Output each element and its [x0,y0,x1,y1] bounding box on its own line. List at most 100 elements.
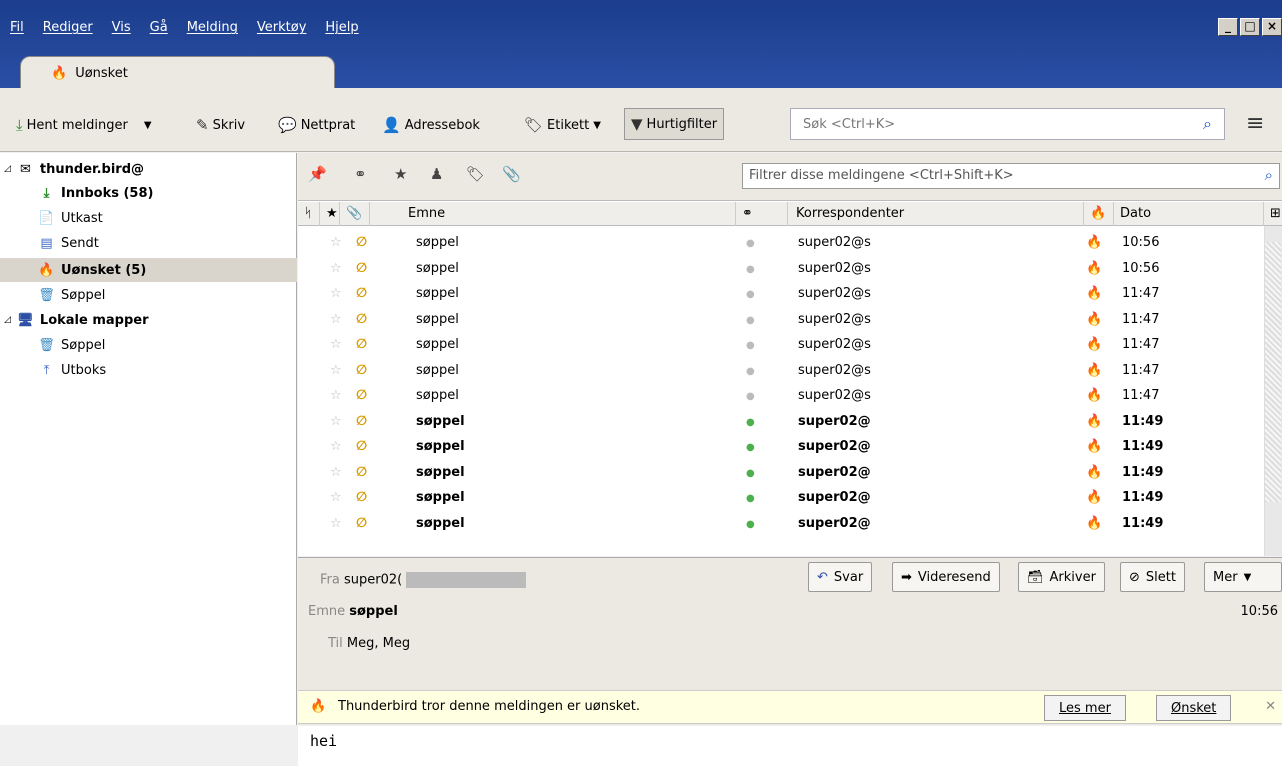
learn-more-button[interactable]: Les mer [1044,695,1126,721]
star-icon[interactable]: ☆ [330,235,342,250]
maximize-button[interactable]: □ [1240,18,1260,36]
column-date[interactable]: Dato [1114,202,1264,226]
chat-button[interactable]: 💬 Nettprat [278,115,355,135]
scrollbar-thumb[interactable] [1265,242,1281,502]
menu-help[interactable]: Hjelp [325,20,367,42]
folder-local-trash[interactable]: 🗑 Søppel [38,333,335,357]
contact-icon[interactable]: ♟ [430,165,443,183]
folder-sent[interactable]: ▤ Sendt [38,231,335,255]
to-value[interactable]: Meg, Meg [347,636,410,651]
tab-junk[interactable]: 🔥 Uønsket [20,56,335,90]
column-correspondents[interactable]: Korrespondenter [788,202,1084,226]
quick-filter-button[interactable]: ▼ Hurtigfilter [624,108,725,140]
chevron-down-icon[interactable]: ▼ [144,120,152,131]
flame-icon[interactable]: 🔥 [1086,312,1102,327]
close-window-button[interactable]: × [1262,18,1282,36]
flame-icon[interactable]: 🔥 [1086,286,1102,301]
read-status-icon[interactable]: ● [746,289,755,300]
read-status-icon[interactable]: ● [746,468,755,479]
menu-message[interactable]: Melding [187,20,247,42]
column-picker-icon[interactable]: ⊞ [1264,202,1282,226]
from-value[interactable]: super02( [344,573,402,588]
folder-drafts[interactable]: 📄 Utkast [38,206,335,230]
star-icon[interactable]: ☆ [330,312,342,327]
archive-button[interactable]: 🗃 Arkiver [1018,562,1105,592]
flame-icon[interactable]: 🔥 [1086,388,1102,403]
menu-go[interactable]: Gå [150,20,177,42]
table-row[interactable]: ☆ ∅ søppel ● super02@s 🔥 11:47 [298,281,1262,307]
table-row[interactable]: ☆ ∅ søppel ● super02@s 🔥 10:56 [298,256,1262,282]
search-input[interactable]: Søk <Ctrl+K> ⌕ [790,108,1225,140]
star-icon[interactable]: ☆ [330,490,342,505]
table-row[interactable]: ☆ ∅ søppel ● super02@s 🔥 11:47 [298,307,1262,333]
read-status-icon[interactable]: ● [746,519,755,530]
flame-icon[interactable]: 🔥 [1086,337,1102,352]
star-icon[interactable]: ☆ [330,261,342,276]
close-icon[interactable]: ✕ [1265,699,1276,714]
tag-button[interactable]: 🏷 Etikett ▼ [524,115,601,135]
star-icon[interactable]: ☆ [330,414,342,429]
star-icon[interactable]: ☆ [330,337,342,352]
folder-inbox[interactable]: ⤓ Innboks (58) [38,181,335,205]
table-row[interactable]: ☆ ∅ søppel ● super02@s 🔥 10:56 [298,230,1262,256]
read-status-icon[interactable]: ● [746,238,755,249]
attachment-icon[interactable]: 📎 [502,165,521,183]
star-icon[interactable]: ★ [394,165,407,183]
star-icon[interactable]: ☆ [330,388,342,403]
collapse-icon[interactable]: ◿ [4,164,11,174]
search-icon[interactable]: ⌕ [1203,114,1212,134]
menu-file[interactable]: Fil [10,20,33,42]
table-row[interactable]: ☆ ∅ søppel ● super02@s 🔥 11:47 [298,358,1262,384]
read-status-icon[interactable]: ● [746,442,755,453]
flame-icon[interactable]: 🔥 [1086,414,1102,429]
read-status-icon[interactable]: ● [746,417,755,428]
folder-trash[interactable]: 🗑 Søppel [38,283,335,307]
delete-button[interactable]: ⊘ Slett [1120,562,1185,592]
flame-icon[interactable]: 🔥 [1086,261,1102,276]
menu-tools[interactable]: Verktøy [257,20,316,42]
tag-icon[interactable]: 🏷 [466,165,485,183]
read-status-icon[interactable]: ● [746,340,755,351]
star-icon[interactable]: ☆ [330,516,342,531]
star-icon[interactable]: ☆ [330,286,342,301]
star-icon[interactable]: ☆ [330,439,342,454]
menu-edit[interactable]: Rediger [43,20,102,42]
folder-junk[interactable]: 🔥 Uønsket (5) [0,258,297,282]
thread-scrollbar[interactable] [1264,226,1282,556]
read-status-icon[interactable]: ● [746,264,755,275]
not-junk-button[interactable]: Ønsket [1156,695,1232,721]
flame-icon[interactable]: 🔥 [1086,490,1102,505]
collapse-icon[interactable]: ◿ [4,315,11,325]
unread-filter-icon[interactable]: ⚭ [354,165,367,183]
get-messages-button[interactable]: ⤓ Hent meldinger ▼ [16,115,152,135]
table-row[interactable]: ☆ ∅ søppel ● super02@s 🔥 11:47 [298,332,1262,358]
thread-column-icon[interactable]: ᛋ [298,202,320,226]
folder-local[interactable]: ◿ 🖥 Lokale mapper [4,308,301,332]
column-subject[interactable]: Emne [370,202,736,226]
star-icon[interactable]: ☆ [330,465,342,480]
forward-button[interactable]: ➡ Videresend [892,562,1000,592]
table-row[interactable]: ☆ ∅ søppel ● super02@ 🔥 11:49 [298,434,1262,460]
address-book-button[interactable]: 👤 Adressebok [382,115,480,135]
read-status-icon[interactable]: ● [746,391,755,402]
flame-icon[interactable]: 🔥 [1086,235,1102,250]
minimize-button[interactable]: _ [1218,18,1238,36]
read-status-icon[interactable]: ● [746,366,755,377]
table-row[interactable]: ☆ ∅ søppel ● super02@ 🔥 11:49 [298,511,1262,537]
read-status-icon[interactable]: ● [746,493,755,504]
table-row[interactable]: ☆ ∅ søppel ● super02@s 🔥 11:47 [298,383,1262,409]
folder-account[interactable]: ◿ ✉ thunder.bird@ [4,157,301,181]
star-icon[interactable]: ☆ [330,363,342,378]
flame-icon[interactable]: 🔥 [1086,363,1102,378]
star-column-icon[interactable]: ★ [320,202,340,226]
table-row[interactable]: ☆ ∅ søppel ● super02@ 🔥 11:49 [298,409,1262,435]
reply-button[interactable]: ↶ Svar [808,562,873,592]
filter-input[interactable]: Filtrer disse meldingene <Ctrl+Shift+K> … [742,163,1280,189]
write-button[interactable]: ✎ Skriv [196,115,245,135]
attachment-column-icon[interactable]: 📎 [340,202,370,226]
flame-icon[interactable]: 🔥 [1086,439,1102,454]
menu-view[interactable]: Vis [112,20,140,42]
junk-column-icon[interactable]: 🔥 [1084,202,1114,226]
hamburger-menu-icon[interactable]: ≡ [1246,111,1264,136]
read-column-icon[interactable]: ⚭ [736,202,788,226]
